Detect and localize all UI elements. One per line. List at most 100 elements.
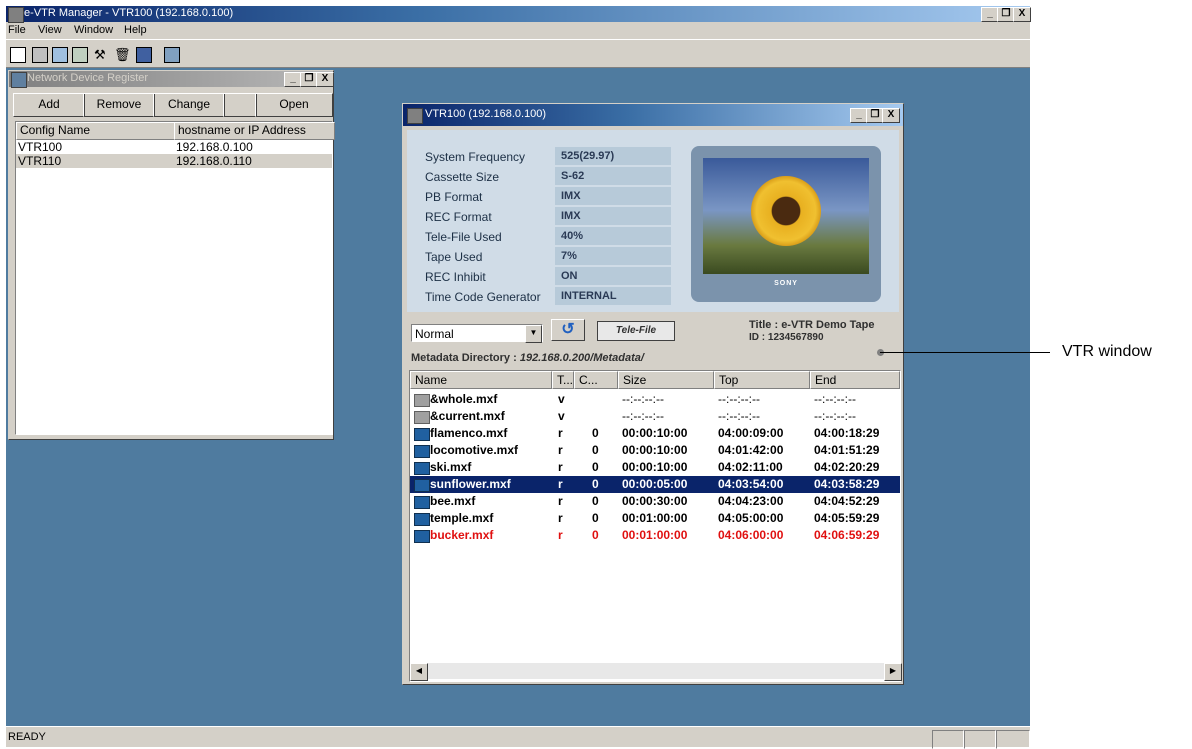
file-row[interactable]: bee.mxf r 0 00:00:30:00 04:04:23:00 04:0… bbox=[410, 493, 900, 510]
file-icon bbox=[414, 479, 430, 492]
close-button[interactable]: X bbox=[1013, 7, 1031, 22]
column-header-end[interactable]: End bbox=[810, 371, 900, 389]
callout-label: VTR window bbox=[1062, 343, 1152, 360]
device-row[interactable]: VTR100 192.168.0.100 bbox=[16, 140, 332, 154]
menu-view[interactable]: View bbox=[38, 24, 62, 36]
file-end: --:--:--:-- bbox=[814, 392, 856, 406]
menu-help[interactable]: Help bbox=[124, 24, 147, 36]
ndr-close-button[interactable]: X bbox=[316, 72, 334, 87]
info-label: Tele-File Used bbox=[425, 230, 502, 244]
app-icon bbox=[8, 7, 24, 23]
file-row[interactable]: locomotive.mxf r 0 00:00:10:00 04:01:42:… bbox=[410, 442, 900, 459]
file-c: 0 bbox=[592, 460, 599, 474]
info-label: REC Format bbox=[425, 210, 492, 224]
file-type: r bbox=[558, 426, 563, 440]
open-button[interactable]: Open bbox=[255, 93, 333, 117]
file-icon bbox=[414, 411, 430, 424]
info-value: IMX bbox=[555, 187, 671, 205]
device-row[interactable]: VTR110 192.168.0.110 bbox=[16, 154, 332, 168]
file-name: bee.mxf bbox=[430, 494, 476, 508]
file-top: 04:04:23:00 bbox=[718, 494, 784, 508]
file-top: 04:02:11:00 bbox=[718, 460, 783, 474]
new-icon[interactable] bbox=[10, 47, 26, 63]
info-value: 7% bbox=[555, 247, 671, 265]
file-name: &current.mxf bbox=[430, 409, 505, 423]
file-top: --:--:--:-- bbox=[718, 392, 760, 406]
dropdown-arrow-icon[interactable]: ▼ bbox=[525, 325, 542, 343]
main-title-bar[interactable]: e-VTR Manager - VTR100 (192.168.0.100) _… bbox=[6, 6, 1031, 23]
file-type: r bbox=[558, 494, 563, 508]
add-button[interactable]: Add bbox=[13, 93, 85, 117]
file-end: 04:00:18:29 bbox=[814, 426, 880, 440]
tape-title: Title : e-VTR Demo Tape bbox=[749, 319, 875, 331]
file-row[interactable]: temple.mxf r 0 00:01:00:00 04:05:00:00 0… bbox=[410, 510, 900, 527]
file-top: 04:00:09:00 bbox=[718, 426, 784, 440]
ndr-window-icon bbox=[11, 72, 27, 88]
file-row[interactable]: ski.mxf r 0 00:00:10:00 04:02:11:00 04:0… bbox=[410, 459, 900, 476]
scroll-right-icon[interactable]: ▶ bbox=[884, 663, 902, 681]
info-value: INTERNAL bbox=[555, 287, 671, 305]
file-type: r bbox=[558, 477, 563, 491]
vtr-close-button[interactable]: X bbox=[882, 108, 900, 123]
file-type: v bbox=[558, 392, 565, 406]
column-header-config-name[interactable]: Config Name bbox=[16, 122, 179, 140]
device-icon[interactable] bbox=[72, 47, 88, 63]
delete-icon[interactable]: 🗑 bbox=[114, 47, 131, 62]
file-end: 04:02:20:29 bbox=[814, 460, 880, 474]
file-row[interactable]: &current.mxf v --:--:--:-- --:--:--:-- -… bbox=[410, 408, 900, 425]
column-header-type[interactable]: T... bbox=[552, 371, 574, 389]
file-top: 04:06:00:00 bbox=[718, 528, 784, 542]
file-type: r bbox=[558, 443, 563, 457]
tools-icon[interactable]: ⚒ bbox=[94, 47, 108, 62]
tele-file-button[interactable]: Tele-File bbox=[597, 321, 675, 341]
ndr-title-bar[interactable]: Network Device Register _ ❐ X bbox=[9, 71, 334, 88]
file-size: --:--:--:-- bbox=[622, 392, 664, 406]
menu-window[interactable]: Window bbox=[74, 24, 113, 36]
mode-select-value: Normal bbox=[415, 327, 454, 341]
file-row[interactable]: &whole.mxf v --:--:--:-- --:--:--:-- --:… bbox=[410, 391, 900, 408]
window-icon[interactable] bbox=[136, 47, 152, 63]
metadata-directory: Metadata Directory : 192.168.0.200/Metad… bbox=[411, 352, 644, 364]
file-end: 04:06:59:29 bbox=[814, 528, 880, 542]
open-icon[interactable] bbox=[52, 47, 68, 63]
mode-select[interactable]: Normal ▼ bbox=[411, 324, 543, 343]
vtr-window-icon bbox=[407, 108, 423, 124]
column-header-size[interactable]: Size bbox=[618, 371, 714, 389]
refresh-icon[interactable]: ↺ bbox=[551, 319, 585, 341]
info-label: REC Inhibit bbox=[425, 270, 486, 284]
scroll-left-icon[interactable]: ◀ bbox=[410, 663, 428, 681]
change-button[interactable]: Change bbox=[153, 93, 225, 117]
network-device-register-window: Network Device Register _ ❐ X Add Remove… bbox=[8, 70, 335, 440]
column-header-address[interactable]: hostname or IP Address bbox=[174, 122, 335, 140]
file-size: 00:01:00:00 bbox=[622, 528, 688, 542]
vtr-title: VTR100 (192.168.0.100) bbox=[425, 108, 547, 120]
column-header-c[interactable]: C... bbox=[574, 371, 618, 389]
file-row[interactable]: flamenco.mxf r 0 00:00:10:00 04:00:09:00… bbox=[410, 425, 900, 442]
file-row[interactable]: bucker.mxf r 0 00:01:00:00 04:06:00:00 0… bbox=[410, 527, 900, 544]
tape-id: ID : 1234567890 bbox=[749, 332, 824, 343]
horizontal-scrollbar[interactable]: ◀ ▶ bbox=[410, 663, 902, 681]
file-end: 04:03:58:29 bbox=[814, 477, 880, 491]
column-header-name[interactable]: Name bbox=[410, 371, 552, 389]
column-header-top[interactable]: Top bbox=[714, 371, 810, 389]
tape-thumbnail-image bbox=[703, 158, 869, 274]
file-size: 00:00:10:00 bbox=[622, 443, 688, 457]
file-type: r bbox=[558, 511, 563, 525]
monitor-icon[interactable] bbox=[164, 47, 180, 63]
info-value: ON bbox=[555, 267, 671, 285]
file-end: --:--:--:-- bbox=[814, 409, 856, 423]
file-row-selected[interactable]: sunflower.mxf r 0 00:00:05:00 04:03:54:0… bbox=[410, 476, 900, 493]
file-top: 04:01:42:00 bbox=[718, 443, 784, 457]
vtr-window: VTR100 (192.168.0.100) _ ❐ X System Freq… bbox=[402, 103, 904, 685]
info-value: IMX bbox=[555, 207, 671, 225]
register-icon[interactable] bbox=[32, 47, 48, 63]
file-name: temple.mxf bbox=[430, 511, 494, 525]
vtr-title-bar[interactable]: VTR100 (192.168.0.100) _ ❐ X bbox=[403, 104, 903, 126]
file-size: 00:01:00:00 bbox=[622, 511, 688, 525]
callout-line bbox=[880, 352, 1050, 353]
remove-button[interactable]: Remove bbox=[83, 93, 155, 117]
file-name: &whole.mxf bbox=[430, 392, 498, 406]
device-address: 192.168.0.100 bbox=[176, 140, 253, 154]
menu-file[interactable]: File bbox=[8, 24, 26, 36]
file-end: 04:04:52:29 bbox=[814, 494, 880, 508]
